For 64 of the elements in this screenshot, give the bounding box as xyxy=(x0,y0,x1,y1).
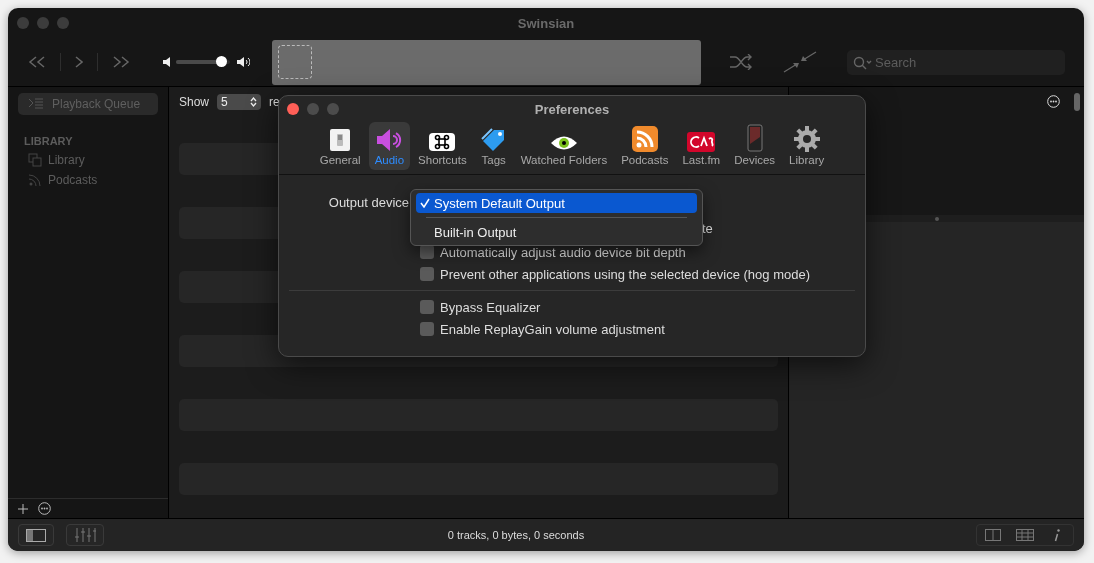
speaker-icon xyxy=(375,128,404,152)
show-stepper[interactable]: 5 xyxy=(217,94,262,110)
option-label: Enable ReplayGain volume adjustment xyxy=(440,321,665,337)
play-icon[interactable] xyxy=(75,56,83,68)
show-trailing-text: re xyxy=(269,95,280,109)
columns-icon xyxy=(985,529,1001,541)
rss-icon xyxy=(631,126,658,152)
preferences-tab[interactable]: Tags xyxy=(474,122,513,170)
volume-up-icon xyxy=(236,56,250,68)
checkbox[interactable] xyxy=(420,300,434,314)
collapse-icon[interactable] xyxy=(783,51,817,73)
more-icon[interactable] xyxy=(1047,95,1060,108)
option-label: te xyxy=(702,220,713,236)
broadcast-icon xyxy=(28,173,42,187)
output-device-label: Output device xyxy=(327,194,409,210)
queue-icon xyxy=(28,98,44,110)
eye-icon xyxy=(549,134,578,152)
gear-icon xyxy=(793,126,820,152)
close-button[interactable] xyxy=(287,103,299,115)
window-title: Swinsian xyxy=(517,15,575,31)
preferences-tab[interactable]: Library xyxy=(783,122,831,170)
section-heading: LIBRARY xyxy=(24,135,74,147)
previous-icon[interactable] xyxy=(28,56,46,68)
info-icon xyxy=(1054,528,1060,542)
command-key-icon xyxy=(428,132,457,152)
preferences-tab[interactable]: Shortcuts xyxy=(412,122,473,170)
equalizer-button[interactable] xyxy=(66,524,104,546)
preferences-tab[interactable]: Audio xyxy=(368,122,411,170)
menu-item[interactable]: Built-in Output xyxy=(416,222,697,242)
artwork-placeholder xyxy=(278,45,312,79)
stacked-squares-icon xyxy=(28,153,42,167)
checkbox[interactable] xyxy=(420,322,434,336)
add-icon[interactable] xyxy=(18,503,28,514)
status-text: 0 tracks, 0 bytes, 0 seconds xyxy=(446,529,586,541)
option-label: Bypass Equalizer xyxy=(440,299,541,315)
preferences-tab[interactable]: Last.fm xyxy=(676,122,727,170)
scrollbar-thumb[interactable] xyxy=(1074,93,1080,111)
tag-icon xyxy=(480,128,507,152)
more-icon[interactable] xyxy=(38,502,51,515)
checkbox[interactable] xyxy=(420,267,434,281)
sidebar-toggle-button[interactable] xyxy=(18,524,54,546)
option-label: Prevent other applications using the selected device (hog mode) xyxy=(440,266,810,282)
volume-down-icon xyxy=(162,56,170,68)
grid-icon xyxy=(1016,529,1034,541)
next-icon[interactable] xyxy=(112,56,130,68)
sliders-icon xyxy=(74,528,96,542)
shuffle-icon[interactable] xyxy=(729,54,753,70)
switch-icon xyxy=(328,128,353,152)
show-label: Show xyxy=(179,95,210,109)
menu-item[interactable]: System Default Output xyxy=(416,193,697,213)
sidebar-icon xyxy=(26,528,46,542)
minimize-button[interactable] xyxy=(307,103,319,115)
preferences-tab[interactable]: Watched Folders xyxy=(514,122,614,170)
dialog-title: Preferences xyxy=(534,101,610,117)
preferences-tab[interactable]: General xyxy=(313,122,367,170)
checkmark-icon xyxy=(420,198,430,208)
option-label: Automatically adjust audio device bit depth xyxy=(440,244,686,260)
logo-icon xyxy=(687,132,716,152)
stepper-arrows-icon xyxy=(250,97,258,107)
zoom-button[interactable] xyxy=(327,103,339,115)
preferences-tab[interactable]: Podcasts xyxy=(615,122,675,170)
search-field[interactable]: Search xyxy=(847,49,1065,75)
phone-icon xyxy=(746,124,763,152)
preferences-tab[interactable]: Devices xyxy=(728,122,782,170)
